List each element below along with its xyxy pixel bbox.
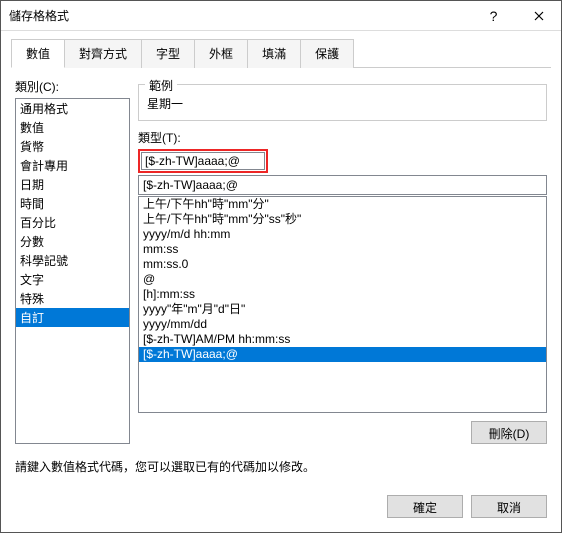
type-item[interactable]: yyyy"年"m"月"d"日" bbox=[139, 302, 546, 317]
category-item[interactable]: 時間 bbox=[16, 194, 129, 213]
tab-5[interactable]: 保護 bbox=[300, 39, 354, 68]
sample-value: 星期一 bbox=[147, 95, 538, 112]
delete-button[interactable]: 刪除(D) bbox=[471, 421, 547, 444]
tab-3[interactable]: 外框 bbox=[194, 39, 248, 68]
type-input-highlight bbox=[138, 149, 268, 173]
category-item[interactable]: 分數 bbox=[16, 232, 129, 251]
close-button[interactable] bbox=[516, 1, 561, 30]
category-item[interactable]: 文字 bbox=[16, 270, 129, 289]
category-item[interactable]: 百分比 bbox=[16, 213, 129, 232]
details-column: 範例 星期一 類型(T): 上午/下午hh"時"mm"分"上午/下午hh"時"m… bbox=[138, 78, 547, 444]
type-item[interactable]: yyyy/mm/dd bbox=[139, 317, 546, 332]
category-item[interactable]: 日期 bbox=[16, 175, 129, 194]
delete-row: 刪除(D) bbox=[138, 421, 547, 444]
category-item[interactable]: 科學記號 bbox=[16, 251, 129, 270]
ok-button[interactable]: 確定 bbox=[387, 495, 463, 518]
tab-strip: 數值對齊方式字型外框填滿保護 bbox=[1, 31, 561, 68]
category-column: 類別(C): 通用格式數值貨幣會計專用日期時間百分比分數科學記號文字特殊自訂 bbox=[15, 78, 130, 444]
category-item[interactable]: 貨幣 bbox=[16, 137, 129, 156]
titlebar: 儲存格格式 ? bbox=[1, 1, 561, 31]
hint-text: 請鍵入數值格式代碼，您可以選取已有的代碼加以修改。 bbox=[15, 458, 547, 475]
sample-frame: 範例 星期一 bbox=[138, 84, 547, 121]
type-item[interactable]: yyyy/m/d hh:mm bbox=[139, 227, 546, 242]
tab-1[interactable]: 對齊方式 bbox=[64, 39, 142, 68]
dialog-footer: 確定 取消 bbox=[1, 485, 561, 532]
category-label: 類別(C): bbox=[15, 78, 130, 95]
close-icon bbox=[534, 11, 544, 21]
category-item[interactable]: 數值 bbox=[16, 118, 129, 137]
type-item[interactable]: [$-zh-TW]AM/PM hh:mm:ss bbox=[139, 332, 546, 347]
type-input[interactable] bbox=[138, 175, 547, 195]
type-item[interactable]: [h]:mm:ss bbox=[139, 287, 546, 302]
tab-2[interactable]: 字型 bbox=[141, 39, 195, 68]
type-item[interactable]: 上午/下午hh"時"mm"分"ss"秒" bbox=[139, 212, 546, 227]
category-item[interactable]: 通用格式 bbox=[16, 99, 129, 118]
category-item[interactable]: 會計專用 bbox=[16, 156, 129, 175]
type-input-highlighted[interactable] bbox=[141, 152, 265, 170]
body-row: 類別(C): 通用格式數值貨幣會計專用日期時間百分比分數科學記號文字特殊自訂 範… bbox=[15, 78, 547, 444]
type-item[interactable]: mm:ss.0 bbox=[139, 257, 546, 272]
type-item[interactable]: @ bbox=[139, 272, 546, 287]
window-title: 儲存格格式 bbox=[9, 7, 471, 24]
type-item[interactable]: [$-zh-TW]aaaa;@ bbox=[139, 347, 546, 362]
type-item[interactable]: 上午/下午hh"時"mm"分" bbox=[139, 197, 546, 212]
type-item[interactable]: mm:ss bbox=[139, 242, 546, 257]
tab-4[interactable]: 填滿 bbox=[247, 39, 301, 68]
tab-content: 類別(C): 通用格式數值貨幣會計專用日期時間百分比分數科學記號文字特殊自訂 範… bbox=[1, 68, 561, 485]
type-label: 類型(T): bbox=[138, 129, 547, 146]
cancel-button[interactable]: 取消 bbox=[471, 495, 547, 518]
sample-label: 範例 bbox=[145, 77, 177, 94]
tab-0[interactable]: 數值 bbox=[11, 39, 65, 68]
help-button[interactable]: ? bbox=[471, 1, 516, 30]
category-item[interactable]: 自訂 bbox=[16, 308, 129, 327]
cell-format-dialog: 儲存格格式 ? 數值對齊方式字型外框填滿保護 類別(C): 通用格式數值貨幣會計… bbox=[0, 0, 562, 533]
category-list[interactable]: 通用格式數值貨幣會計專用日期時間百分比分數科學記號文字特殊自訂 bbox=[15, 98, 130, 444]
type-list[interactable]: 上午/下午hh"時"mm"分"上午/下午hh"時"mm"分"ss"秒"yyyy/… bbox=[138, 196, 547, 413]
category-item[interactable]: 特殊 bbox=[16, 289, 129, 308]
